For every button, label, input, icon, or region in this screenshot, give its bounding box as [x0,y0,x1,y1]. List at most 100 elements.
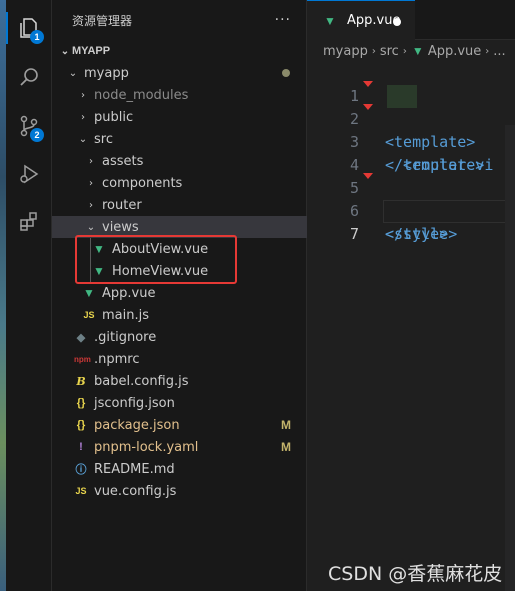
csdn-watermark: CSDN @香蕉麻花皮 [328,563,503,585]
tree-label: README.md [94,461,175,477]
chevron-right-icon: › [371,45,376,57]
json-file-icon: {} [76,419,86,431]
tree-label: myapp [84,65,129,81]
tree-folder-router[interactable]: › router [52,194,307,216]
modified-dot [282,69,290,77]
tree-label: main.js [102,307,149,323]
vue-file-icon: ▼ [93,264,105,278]
more-actions-icon[interactable]: ··· [275,12,291,28]
tree-label: node_modules [94,87,189,103]
code-line[interactable]: 2 <router-vi [307,85,515,174]
code-line[interactable]: 3 </template> [307,108,515,174]
tree-folder-node-modules[interactable]: › node_modules [52,84,307,106]
overview-ruler[interactable] [505,125,515,591]
code-line[interactable]: 6 </style> [307,177,515,243]
explorer-header: 资源管理器 ··· [52,0,307,40]
tree-folder-views[interactable]: ⌄ views [52,216,307,238]
tree-file-jsconfig[interactable]: {} jsconfig.json [52,392,307,414]
explorer-sidebar: 资源管理器 ··· ⌄ MYAPP ⌄ myapp › node_modules… [52,0,307,591]
tree-folder-components[interactable]: › components [52,172,307,194]
code-line[interactable]: 4 [307,131,515,174]
tree-file-app-vue[interactable]: ▼ App.vue [52,282,307,304]
tree-label: App.vue [102,285,156,301]
search-activity-button[interactable] [6,55,52,99]
workspace-section-header[interactable]: ⌄ MYAPP [52,40,307,62]
tree-file-pnpm-lock[interactable]: ! pnpm-lock.yaml M [52,436,307,458]
breadcrumb-item[interactable]: App.vue [428,44,481,59]
chevron-right-icon: › [81,89,85,101]
tree-label: AboutView.vue [112,241,209,257]
info-file-icon: ⓘ [75,464,87,476]
tree-file-package-json[interactable]: {} package.json M [52,414,307,436]
chevron-down-icon: ⌄ [68,67,78,79]
explorer-badge: 1 [30,30,44,44]
extensions-activity-button[interactable] [6,200,52,244]
git-file-icon: ◆ [76,331,86,344]
tree-file-npmrc[interactable]: npm .npmrc [52,348,307,370]
editor-tab-bar: ▼ App.vue [307,0,515,40]
tree-file-main-js[interactable]: JS main.js [52,304,307,326]
tree-label: assets [102,153,144,169]
tab-app-vue[interactable]: ▼ App.vue [307,0,415,40]
tree-folder-assets[interactable]: › assets [52,150,307,172]
source-control-badge: 2 [30,128,44,142]
chevron-right-icon: › [81,111,85,123]
activity-bar: 1 2 [6,0,52,591]
tree-file-homeview[interactable]: ▼ HomeView.vue [52,260,307,282]
chevron-right-icon: › [402,45,407,57]
tree-label: jsconfig.json [94,395,175,411]
vue-file-icon: ▼ [83,286,95,300]
tree-file-babel-config[interactable]: B babel.config.js [52,370,307,392]
tree-file-aboutview[interactable]: ▼ AboutView.vue [52,238,307,260]
code-line[interactable]: 1 <template> [307,62,515,151]
git-modified-badge: M [281,418,291,432]
tree-label: .npmrc [94,351,140,367]
run-debug-activity-button[interactable] [6,152,52,196]
tree-label: router [102,197,142,213]
breadcrumb-item[interactable]: src [380,44,399,59]
tree-file-vue-config[interactable]: JS vue.config.js [52,480,307,502]
vue-file-icon: ▼ [93,242,105,256]
tree-file-readme[interactable]: ⓘ README.md [52,458,307,480]
breadcrumb-item[interactable]: ... [493,44,505,59]
babel-file-icon: B [76,374,86,388]
tree-label: .gitignore [94,329,157,345]
chevron-right-icon: › [89,177,93,189]
tree-label: vue.config.js [94,483,177,499]
tree-label: public [94,109,134,125]
explorer-title: 资源管理器 [72,13,133,28]
run-debug-icon [20,164,39,184]
code-line[interactable]: 5 <style> [307,154,515,243]
line-number: 7 [349,225,359,243]
tree-folder-public[interactable]: › public [52,106,307,128]
breadcrumb-item[interactable]: myapp [323,44,368,59]
yaml-file-icon: ! [79,441,83,453]
tree-file-gitignore[interactable]: ◆ .gitignore [52,326,307,348]
workspace-name: MYAPP [72,45,111,57]
chevron-right-icon: › [485,45,490,57]
tree-label: HomeView.vue [112,263,209,279]
javascript-file-icon: JS [83,310,95,320]
code-line[interactable]: 7 [307,200,515,243]
extensions-icon [20,212,37,231]
source-control-activity-button[interactable]: 2 [6,104,52,148]
chevron-right-icon: › [89,155,93,167]
vue-file-icon: ▼ [324,13,336,28]
tree-label: components [102,175,183,191]
vue-file-icon: ▼ [411,44,424,58]
tree-label: pnpm-lock.yaml [94,439,199,455]
tree-label: src [94,131,113,147]
git-modified-badge: M [281,440,291,454]
chevron-down-icon: ⌄ [60,45,70,57]
tree-folder-src[interactable]: ⌄ src [52,128,307,150]
json-file-icon: {} [76,397,86,409]
tree-label: package.json [94,417,180,433]
tree-folder-myapp[interactable]: ⌄ myapp [52,62,307,84]
explorer-activity-button[interactable]: 1 [6,6,52,50]
tree-label: views [102,219,139,235]
tree-label: babel.config.js [94,373,189,389]
chevron-right-icon: › [89,199,93,211]
javascript-file-icon: JS [75,486,87,496]
unsaved-dot[interactable] [393,18,401,26]
code-text: </style> [385,225,458,243]
